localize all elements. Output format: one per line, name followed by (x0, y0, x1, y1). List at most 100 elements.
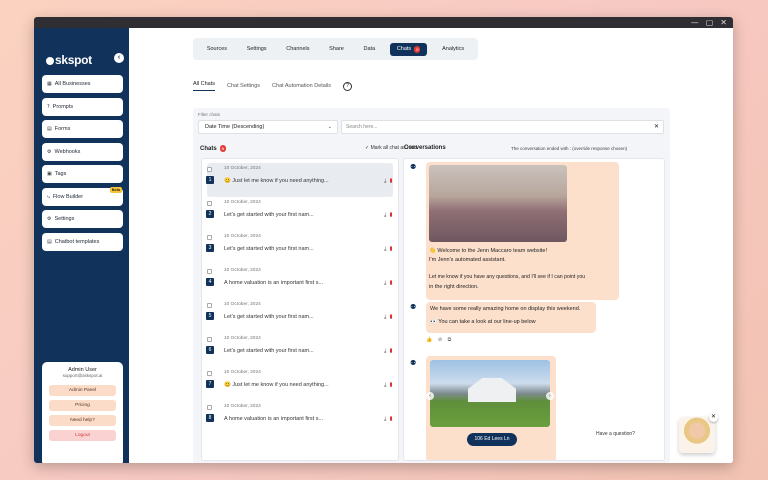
tab-settings[interactable]: Settings (242, 43, 272, 55)
row-actions: ⤓ ▮ (384, 280, 392, 287)
row-number: 5 (206, 312, 214, 320)
chat-row[interactable]: 1 10 October, 2024 😊 Just let me know if… (206, 163, 393, 197)
row-number: 6 (206, 346, 214, 354)
chat-row[interactable]: 2 10 October, 2024 Let's get started wit… (206, 197, 393, 231)
close-icon[interactable]: ✕ (720, 18, 727, 27)
subtab-chat-automation-details[interactable]: Chat Automation Details (272, 83, 331, 89)
row-actions: ⤓ ▮ (384, 314, 392, 321)
pricing-button[interactable]: Pricing (49, 400, 116, 411)
sidebar-item-flow-builder[interactable]: ⤷ Flow Builder Beta (42, 186, 123, 206)
tab-share[interactable]: Share (324, 43, 349, 55)
logo-mark-icon (46, 57, 54, 65)
minimize-icon[interactable]: — (691, 18, 699, 27)
property-card: ‹ › 106 Ed Lees Ln (426, 356, 556, 460)
tab-chats[interactable]: Chats 0 (389, 42, 428, 56)
row-checkbox[interactable] (207, 303, 212, 308)
logout-button[interactable]: Logout (49, 430, 116, 441)
carousel-prev-icon[interactable]: ‹ (426, 392, 434, 400)
row-date: 10 October, 2024 (224, 404, 261, 409)
bot-message-welcome: 👋 Welcome to the Jenn Maccaro team websi… (426, 162, 619, 300)
app-window: — ▢ ✕ skspot ‹ ▦ All Businesses ? Prompts … (34, 17, 733, 463)
download-icon[interactable]: ⤓ (384, 382, 386, 388)
chat-row[interactable]: 5 10 October, 2024 Let's get started wit… (206, 299, 393, 333)
download-icon[interactable]: ⤓ (384, 280, 386, 286)
row-checkbox[interactable] (207, 167, 212, 172)
subtab-chat-settings[interactable]: Chat Settings (227, 83, 260, 89)
row-date: 10 October, 2024 (224, 268, 261, 273)
flow-icon: ⤷ (47, 193, 50, 200)
row-checkbox[interactable] (207, 235, 212, 240)
sidebar-item-prompts[interactable]: ? Prompts (42, 97, 123, 116)
search-input[interactable]: Search here... ✕ (341, 120, 664, 134)
sidebar-item-all-businesses[interactable]: ▦ All Businesses (42, 75, 123, 93)
sidebar-item-settings[interactable]: ⚙ Settings (42, 210, 123, 228)
sidebar-item-forms[interactable]: ▤ Forms (42, 120, 123, 138)
row-preview: 😊 Just let me know if you need anything.… (224, 382, 329, 388)
tab-channels[interactable]: Channels (281, 43, 314, 55)
tab-data[interactable]: Data (359, 43, 381, 55)
download-icon[interactable]: ⤓ (384, 246, 386, 252)
download-icon[interactable]: ⤓ (384, 416, 386, 422)
row-preview: Let's get started with your first nam... (224, 246, 314, 252)
delete-icon[interactable]: ▮ (389, 212, 392, 218)
bot-icon: ⚉ (410, 303, 417, 311)
download-icon[interactable]: ⤓ (384, 178, 386, 184)
window-titlebar: — ▢ ✕ (34, 17, 733, 28)
need-help-button[interactable]: Need help? (49, 415, 116, 426)
chat-row[interactable]: 7 10 October, 2024 😊 Just let me know if… (206, 367, 393, 401)
row-actions: ⤓ ▮ (384, 212, 392, 219)
chat-row[interactable]: 8 10 October, 2024 A home valuation is a… (206, 401, 393, 435)
help-icon[interactable]: ? (343, 81, 353, 91)
close-help-widget-icon[interactable]: ✕ (709, 413, 718, 422)
row-number: 1 (206, 176, 214, 184)
message-line: 👀 You can take a look at our line-up bel… (430, 319, 536, 325)
delete-icon[interactable]: ▮ (389, 416, 392, 422)
delete-icon[interactable]: ▮ (389, 382, 392, 388)
user-email: support@askspot.ai (62, 373, 103, 378)
delete-icon[interactable]: ▮ (389, 348, 392, 354)
row-number: 4 (206, 278, 214, 286)
tab-sources[interactable]: Sources (202, 43, 232, 55)
assistant-avatar[interactable] (679, 417, 715, 453)
admin-panel-button[interactable]: Admin Panel (49, 385, 116, 396)
row-checkbox[interactable] (207, 337, 212, 342)
download-icon[interactable]: ⤓ (384, 314, 386, 320)
row-checkbox[interactable] (207, 371, 212, 376)
subtab-all-chats[interactable]: All Chats (193, 81, 216, 91)
row-checkbox[interactable] (207, 405, 212, 410)
chat-row[interactable]: 4 10 October, 2024 A home valuation is a… (206, 265, 393, 299)
sort-select[interactable]: Date Time (Descending) ⌄ (198, 120, 338, 134)
bot-message-homes: We have some really amazing home on disp… (426, 302, 596, 333)
help-widget-text[interactable]: Have a question? (596, 431, 635, 437)
tab-analytics[interactable]: Analytics (437, 43, 469, 55)
delete-icon[interactable]: ▮ (389, 178, 392, 184)
conversations-header: Conversations (404, 145, 446, 151)
delete-icon[interactable]: ▮ (389, 246, 392, 252)
sidebar-item-tags[interactable]: ▣ Tags (42, 165, 123, 183)
message-line: in the right direction. (429, 284, 479, 290)
carousel-next-icon[interactable]: › (546, 392, 554, 400)
form-icon: ▤ (47, 126, 52, 132)
chat-row[interactable]: 3 10 October, 2024 Let's get started wit… (206, 231, 393, 265)
delete-icon[interactable]: ▮ (389, 280, 392, 286)
row-number: 3 (206, 244, 214, 252)
download-icon[interactable]: ⤓ (384, 348, 386, 354)
row-checkbox[interactable] (207, 201, 212, 206)
row-preview: A home valuation is an important first s… (224, 280, 324, 286)
sidebar-item-webhooks[interactable]: ⚙ Webhooks (42, 142, 123, 161)
row-checkbox[interactable] (207, 269, 212, 274)
chats-count-badge: 0 (414, 45, 421, 53)
clear-search-icon[interactable]: ✕ (654, 121, 659, 133)
chat-row[interactable]: 6 10 October, 2024 Let's get started wit… (206, 333, 393, 367)
maximize-icon[interactable]: ▢ (706, 18, 714, 27)
house-shape (468, 378, 516, 402)
address-button[interactable]: 106 Ed Lees Ln (467, 433, 517, 446)
download-icon[interactable]: ⤓ (384, 212, 386, 218)
sidebar-item-chatbot-templates[interactable]: ▤ Chatbot templates (42, 232, 123, 251)
message-reactions[interactable]: 👍 ⊘ ⧉ (426, 337, 453, 343)
delete-icon[interactable]: ▮ (389, 314, 392, 320)
collapse-sidebar-icon[interactable]: ‹ (114, 53, 124, 63)
chats-panel: Filter chats Date Time (Descending) ⌄ Sea… (193, 108, 670, 463)
message-line: Let me know if you have any questions, a… (429, 274, 586, 280)
row-date: 10 October, 2024 (224, 302, 261, 307)
